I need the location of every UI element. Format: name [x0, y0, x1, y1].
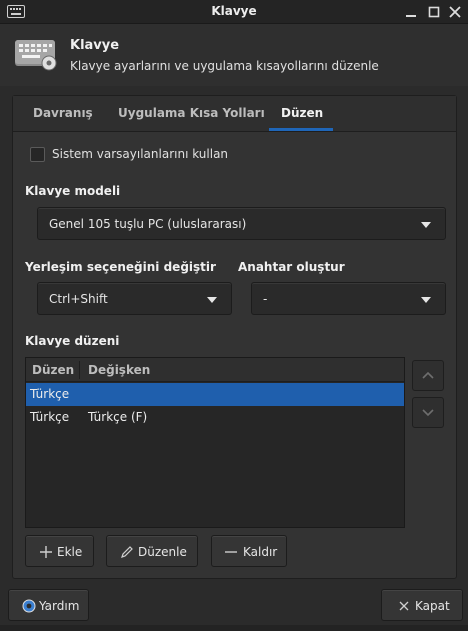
- active-tab-indicator: [269, 128, 333, 131]
- column-divider: [79, 361, 80, 379]
- chevron-down-icon: [207, 297, 217, 303]
- keyboard-settings-icon: [15, 40, 57, 71]
- layout-list[interactable]: Düzen Değişken Türkçe Türkçe Türkçe (F): [25, 357, 405, 528]
- keyboard-layout-label: Klavye düzeni: [25, 334, 120, 348]
- column-header-layout[interactable]: Düzen: [32, 363, 74, 377]
- move-down-button[interactable]: [412, 397, 444, 428]
- tab-behavior[interactable]: Davranış: [33, 106, 93, 120]
- column-header-variant[interactable]: Değişken: [88, 363, 150, 377]
- close-button-label: Kapat: [415, 599, 450, 613]
- table-row[interactable]: Türkçe Türkçe (F): [26, 406, 404, 429]
- minus-icon: [225, 551, 237, 553]
- header-title: Klavye: [70, 38, 120, 53]
- table-row[interactable]: Türkçe: [26, 383, 404, 406]
- edit-button-label: Düzenle: [138, 545, 187, 559]
- close-button[interactable]: Kapat: [381, 589, 463, 621]
- add-button-label: Ekle: [57, 545, 83, 559]
- help-lifebuoy-icon: [22, 599, 36, 613]
- chevron-down-icon: [422, 409, 434, 417]
- window-title: Klavye: [211, 4, 257, 18]
- layout-switch-value: Ctrl+Shift: [49, 292, 108, 306]
- compose-key-label: Anahtar oluştur: [238, 260, 345, 274]
- add-layout-button[interactable]: Ekle: [25, 535, 94, 567]
- plus-icon: [40, 546, 52, 558]
- tab-bar: Davranış Uygulama Kısa Yolları Düzen: [13, 96, 456, 132]
- help-button[interactable]: Yardım: [8, 589, 89, 621]
- close-icon[interactable]: [447, 4, 463, 20]
- remove-layout-button[interactable]: Kaldır: [211, 535, 287, 567]
- keyboard-model-combo[interactable]: Genel 105 tuşlu PC (uluslararası): [37, 207, 446, 240]
- remove-button-label: Kaldır: [243, 545, 278, 559]
- row-variant-cell: Türkçe (F): [88, 410, 148, 424]
- system-defaults-checkbox[interactable]: [30, 147, 45, 162]
- compose-key-combo[interactable]: -: [251, 282, 446, 315]
- tab-app-shortcuts[interactable]: Uygulama Kısa Yolları: [118, 106, 265, 120]
- bottom-edge: [0, 625, 468, 631]
- system-defaults-label[interactable]: Sistem varsayılanlarını kullan: [52, 147, 228, 161]
- title-bar: Klavye: [0, 0, 468, 24]
- settings-notebook: Davranış Uygulama Kısa Yolları Düzen Sis…: [12, 95, 457, 579]
- keyboard-model-label: Klavye modeli: [25, 184, 121, 198]
- move-up-button[interactable]: [412, 360, 444, 391]
- pencil-icon: [121, 546, 133, 558]
- keyboard-model-value: Genel 105 tuşlu PC (uluslararası): [49, 217, 247, 231]
- chevron-down-icon: [421, 222, 431, 228]
- help-button-label: Yardım: [39, 599, 80, 613]
- chevron-down-icon: [421, 297, 431, 303]
- layout-list-header: Düzen Değişken: [26, 358, 404, 382]
- header-subtitle: Klavye ayarlarını ve uygulama kısayollar…: [70, 59, 379, 73]
- tab-layout[interactable]: Düzen: [281, 106, 323, 120]
- edit-layout-button[interactable]: Düzenle: [106, 535, 198, 567]
- layout-switch-combo[interactable]: Ctrl+Shift: [37, 282, 232, 315]
- chevron-up-icon: [422, 371, 434, 379]
- maximize-icon[interactable]: [426, 4, 442, 20]
- compose-key-value: -: [263, 292, 268, 306]
- layout-switch-label: Yerleşim seçeneğini değiştir: [25, 260, 216, 274]
- dialog-header: Klavye Klavye ayarlarını ve uygulama kıs…: [0, 24, 468, 86]
- close-icon: [399, 601, 409, 611]
- minimize-icon[interactable]: [403, 4, 419, 20]
- row-layout-cell: Türkçe: [30, 410, 70, 424]
- row-layout-cell: Türkçe: [30, 387, 70, 401]
